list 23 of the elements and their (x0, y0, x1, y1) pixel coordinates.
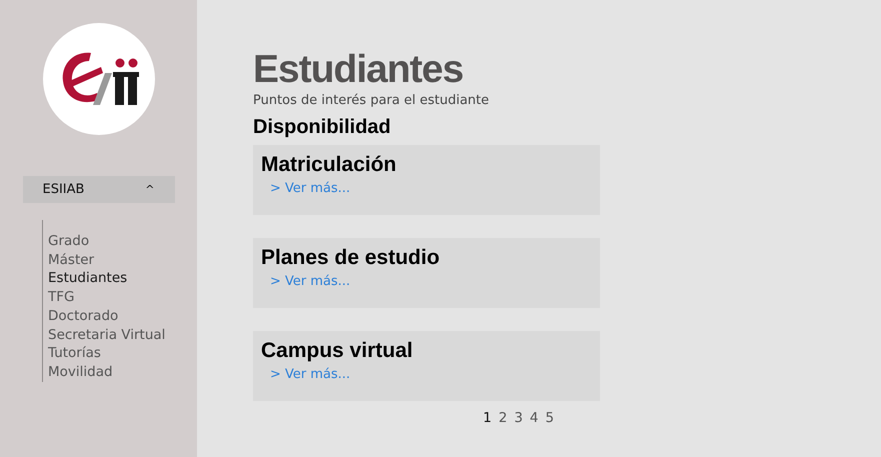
page-link[interactable]: 3 (514, 410, 523, 426)
nav-link[interactable]: Doctorado (48, 306, 166, 326)
page-link[interactable]: 1 (483, 410, 492, 426)
nav-link[interactable]: Estudiantes (48, 269, 166, 288)
card-title: Matriculación (261, 153, 398, 177)
page-link[interactable]: 5 (545, 410, 554, 426)
more-link[interactable]: > Ver más... (270, 181, 350, 196)
dropdown[interactable]: ESIIAB ^ (22, 176, 174, 203)
card-title: Planes de estudio (261, 246, 441, 270)
nav-link[interactable]: Secretaria Virtual (48, 326, 166, 344)
nav-link[interactable]: Máster (48, 250, 166, 270)
page-title: Estudiantes (253, 48, 464, 92)
nav-link[interactable]: Tutorías (48, 344, 166, 363)
card-title: Campus virtual (261, 339, 414, 363)
nav-link[interactable]: Grado (48, 232, 166, 251)
more-link[interactable]: > Ver más... (270, 274, 350, 289)
page-link[interactable]: 2 (498, 410, 508, 426)
page-subtitle: Puntos de interés para el estudiante (253, 93, 490, 108)
section-heading: Disponibilidad (253, 116, 392, 139)
nav-link[interactable]: TFG (48, 288, 166, 307)
nav-link[interactable]: Movilidad (48, 362, 166, 382)
page-link[interactable]: 4 (530, 410, 538, 426)
more-link[interactable]: > Ver más... (270, 367, 350, 382)
